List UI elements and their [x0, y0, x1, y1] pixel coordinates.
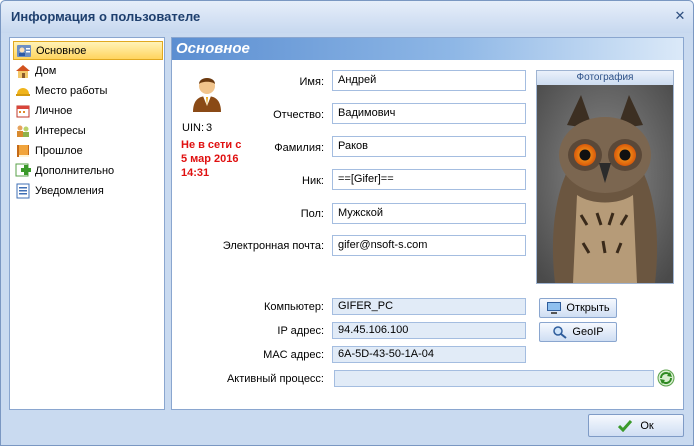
- email-field[interactable]: gifer@nsoft-s.com: [332, 235, 526, 256]
- sidebar-item-home[interactable]: Дом: [13, 61, 163, 80]
- mac-label: MAC адрес:: [263, 349, 324, 361]
- panel-title: Основное: [176, 40, 250, 57]
- sidebar-item-additional[interactable]: Дополнительно: [13, 161, 163, 180]
- sidebar: Основное Дом Место работы Личное Интерес…: [9, 37, 165, 410]
- calendar-icon: [16, 105, 30, 117]
- open-button[interactable]: Открыть: [539, 298, 617, 318]
- user-card-icon: [17, 44, 31, 57]
- close-icon[interactable]: ✕: [673, 9, 687, 23]
- sidebar-item-interests[interactable]: Интересы: [13, 121, 163, 140]
- gender-field[interactable]: Мужской: [332, 203, 526, 224]
- main-panel: Основное UIN: 3 Не в сети с 5 мар 2016 1…: [171, 37, 684, 410]
- status-date: 5 мар 2016: [181, 153, 239, 165]
- sidebar-item-label: Основное: [36, 44, 87, 57]
- patronymic-label: Отчество:: [273, 109, 324, 121]
- helmet-icon: [16, 87, 30, 96]
- sidebar-item-label: Интересы: [35, 124, 86, 137]
- checkmark-icon: [618, 419, 633, 432]
- nick-label: Ник:: [302, 175, 324, 187]
- photo-caption: Фотография: [537, 71, 673, 85]
- uin-label: UIN:: [182, 122, 204, 134]
- last-name-field[interactable]: Раков: [332, 136, 526, 157]
- first-name-label: Имя:: [299, 76, 324, 88]
- open-button-label: Открыть: [566, 302, 610, 314]
- owl-photo[interactable]: [537, 85, 673, 283]
- book-icon: [17, 144, 29, 157]
- geoip-button-label: GeoIP: [572, 326, 604, 338]
- photo-box: Фотография: [536, 70, 674, 284]
- user-info-window: Информация о пользователе ✕ Основное Дом…: [0, 0, 694, 446]
- panel-header: Основное: [172, 38, 683, 60]
- ok-button-label: Ок: [640, 419, 654, 432]
- sidebar-item-label: Личное: [35, 104, 73, 117]
- ip-label: IP адрес:: [277, 325, 324, 337]
- magnifier-icon: [553, 326, 568, 339]
- ok-button[interactable]: Ок: [588, 414, 684, 437]
- nick-field[interactable]: ==[Gifer]==: [332, 169, 526, 190]
- computer-label: Компьютер:: [264, 301, 324, 313]
- uin-value: 3: [206, 122, 213, 134]
- plus-icon: [15, 163, 31, 176]
- patronymic-field[interactable]: Вадимович: [332, 103, 526, 124]
- email-label: Электронная почта:: [222, 240, 324, 252]
- status-time: 14:31: [181, 167, 210, 179]
- sidebar-item-label: Прошлое: [35, 144, 83, 157]
- list-icon: [16, 183, 30, 198]
- process-label: Активный процесс:: [226, 373, 324, 385]
- refresh-icon[interactable]: [657, 369, 675, 387]
- sidebar-item-notifications[interactable]: Уведомления: [13, 181, 163, 200]
- title-bar: Информация о пользователе ✕: [1, 1, 693, 33]
- sidebar-item-label: Дом: [35, 64, 57, 77]
- ip-field: 94.45.106.100: [332, 322, 526, 339]
- computer-icon: [547, 302, 562, 314]
- user-avatar-icon: [190, 78, 224, 114]
- sidebar-item-work[interactable]: Место работы: [13, 81, 163, 100]
- home-icon: [16, 64, 30, 78]
- process-field: [334, 370, 654, 387]
- first-name-field[interactable]: Андрей: [332, 70, 526, 91]
- sidebar-item-label: Место работы: [35, 84, 108, 97]
- sidebar-item-main[interactable]: Основное: [13, 41, 163, 60]
- computer-field: GIFER_PC: [332, 298, 526, 315]
- sidebar-item-past[interactable]: Прошлое: [13, 141, 163, 160]
- gender-label: Пол:: [300, 208, 324, 220]
- geoip-button[interactable]: GeoIP: [539, 322, 617, 342]
- sidebar-item-label: Дополнительно: [35, 164, 115, 177]
- sidebar-item-personal[interactable]: Личное: [13, 101, 163, 120]
- sidebar-item-label: Уведомления: [35, 184, 104, 197]
- mac-field: 6A-5D-43-50-1A-04: [332, 346, 526, 363]
- last-name-label: Фамилия:: [274, 142, 324, 154]
- people-icon: [17, 125, 29, 137]
- window-title: Информация о пользователе: [11, 9, 201, 24]
